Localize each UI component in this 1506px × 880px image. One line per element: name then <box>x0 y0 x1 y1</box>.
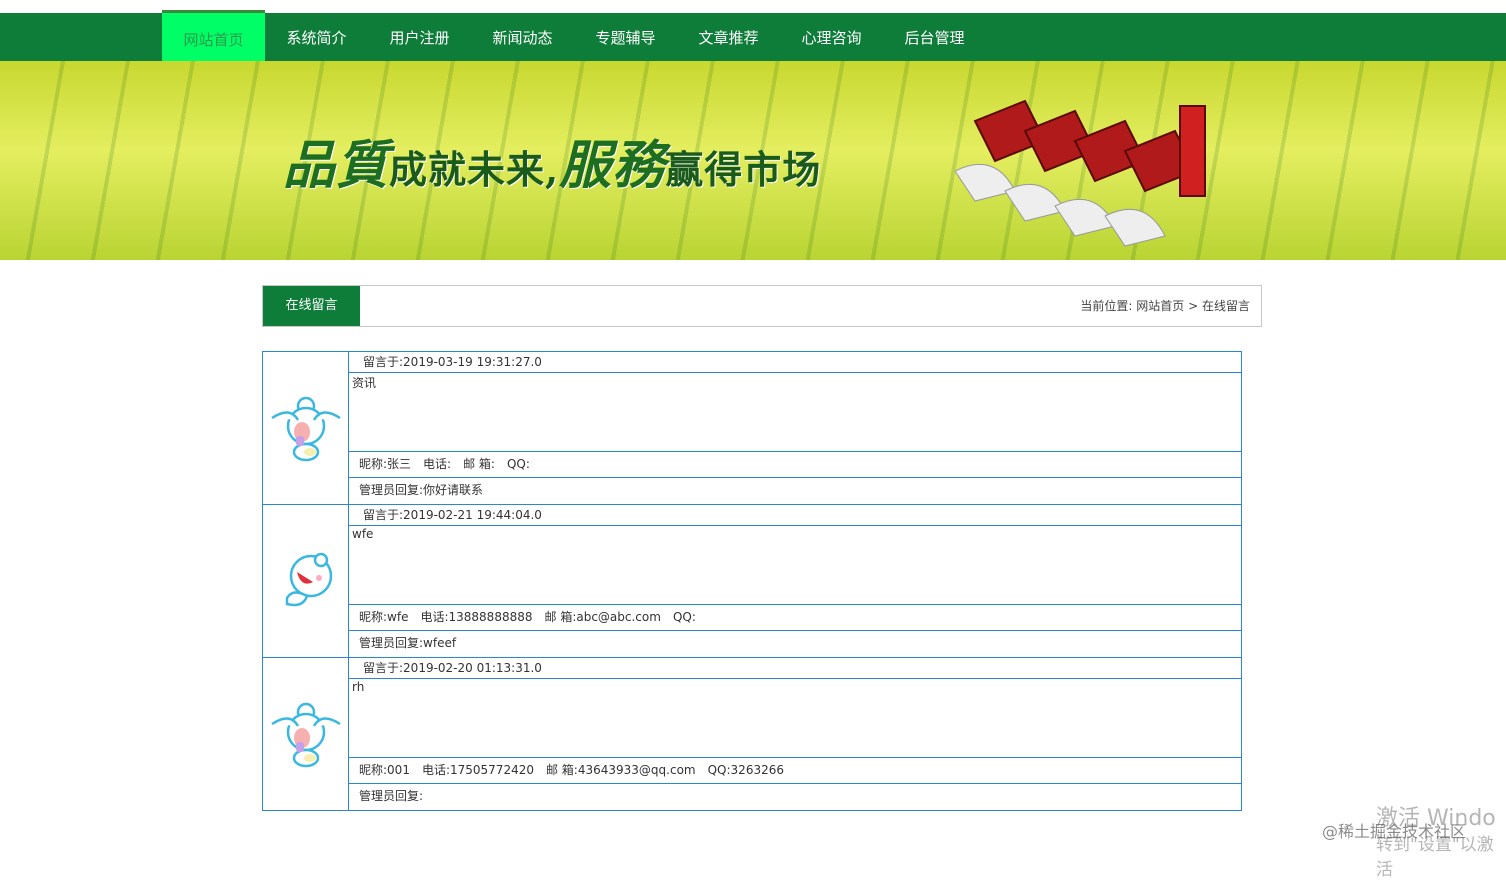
admin-reply: 管理员回复:你好请联系 <box>359 483 484 497</box>
message-date: 留言于:2019-02-20 01:13:31.0 <box>349 658 1241 679</box>
breadcrumb-separator: > <box>1188 299 1199 313</box>
message-info: 昵称:wfe 电话:13888888888 邮 箱:abc@abc.com QQ: <box>349 605 1241 631</box>
message-info: 昵称:张三 电话: 邮 箱: QQ: <box>349 452 1241 478</box>
message-body: rh <box>349 679 1241 758</box>
admin-reply: 管理员回复: <box>359 789 424 803</box>
section-header: 在线留言 当前位置: 网站首页 > 在线留言 <box>262 285 1262 327</box>
message-body: 资讯 <box>349 373 1241 452</box>
nav-item-articles[interactable]: 文章推荐 <box>677 13 780 61</box>
nav-item-register[interactable]: 用户注册 <box>368 13 471 61</box>
phone: 电话:17505772420 <box>421 763 534 777</box>
nickname: 昵称:wfe <box>359 610 409 624</box>
breadcrumb-home-link[interactable]: 网站首页 <box>1136 299 1184 313</box>
message-date: 留言于:2019-03-19 19:31:27.0 <box>349 352 1241 373</box>
email: 邮 箱: <box>463 457 495 471</box>
qq: QQ: <box>672 610 696 624</box>
message-body: wfe <box>349 526 1241 605</box>
slogan-part: 服務 <box>559 135 666 196</box>
avatar <box>263 505 349 657</box>
breadcrumb-label: 当前位置: <box>1080 299 1133 313</box>
qq: QQ:3263266 <box>707 763 784 777</box>
plough-image <box>955 99 1206 247</box>
avatar <box>263 658 349 810</box>
slogan-part: 品質 <box>283 135 390 196</box>
slogan-part: 赢得市场 <box>665 147 822 192</box>
phone: 电话: <box>423 457 452 471</box>
nav-item-about[interactable]: 系统简介 <box>265 13 368 61</box>
breadcrumb: 当前位置: 网站首页 > 在线留言 <box>1080 286 1250 326</box>
phone: 电话:13888888888 <box>420 610 533 624</box>
nav-item-home[interactable]: 网站首页 <box>162 10 265 64</box>
nav-item-topics[interactable]: 专题辅导 <box>574 13 677 61</box>
nav-item-news[interactable]: 新闻动态 <box>471 13 574 61</box>
section-title: 在线留言 <box>263 286 360 326</box>
message-list: 留言于:2019-03-19 19:31:27.0 资讯 昵称:张三 电话: 邮 箱… <box>262 351 1242 811</box>
banner-slogan: 品質成就未来,服務赢得市场 <box>283 123 821 198</box>
nav-item-counseling[interactable]: 心理咨询 <box>780 13 883 61</box>
message-info: 昵称:001 电话:17505772420 邮 箱:43643933@qq.com Q… <box>349 758 1241 784</box>
qq: QQ: <box>506 457 530 471</box>
main-nav: 网站首页 系统简介 用户注册 新闻动态 专题辅导 文章推荐 心理咨询 后台管理 <box>0 10 1506 64</box>
slogan-part: 成就未来, <box>389 147 560 192</box>
nickname: 昵称:001 <box>359 763 410 777</box>
nickname: 昵称:张三 <box>359 457 412 471</box>
message-date: 留言于:2019-02-21 19:44:04.0 <box>349 505 1241 526</box>
message-item: 留言于:2019-02-20 01:13:31.0 rh 昵称:001 电话:17… <box>262 657 1242 811</box>
email: 邮 箱:abc@abc.com <box>544 610 661 624</box>
message-item: 留言于:2019-03-19 19:31:27.0 资讯 昵称:张三 电话: 邮 箱… <box>262 351 1242 504</box>
nav-item-admin[interactable]: 后台管理 <box>883 13 986 61</box>
admin-reply: 管理员回复:wfeef <box>359 636 457 650</box>
site-watermark: @稀土掘金技术社区 <box>1322 822 1467 841</box>
message-item: 留言于:2019-02-21 19:44:04.0 wfe 昵称:wfe 电话:1… <box>262 504 1242 657</box>
email: 邮 箱:43643933@qq.com <box>545 763 696 777</box>
banner: 品質成就未来,服務赢得市场 <box>0 61 1506 260</box>
avatar <box>263 352 349 504</box>
breadcrumb-current: 在线留言 <box>1201 299 1250 313</box>
